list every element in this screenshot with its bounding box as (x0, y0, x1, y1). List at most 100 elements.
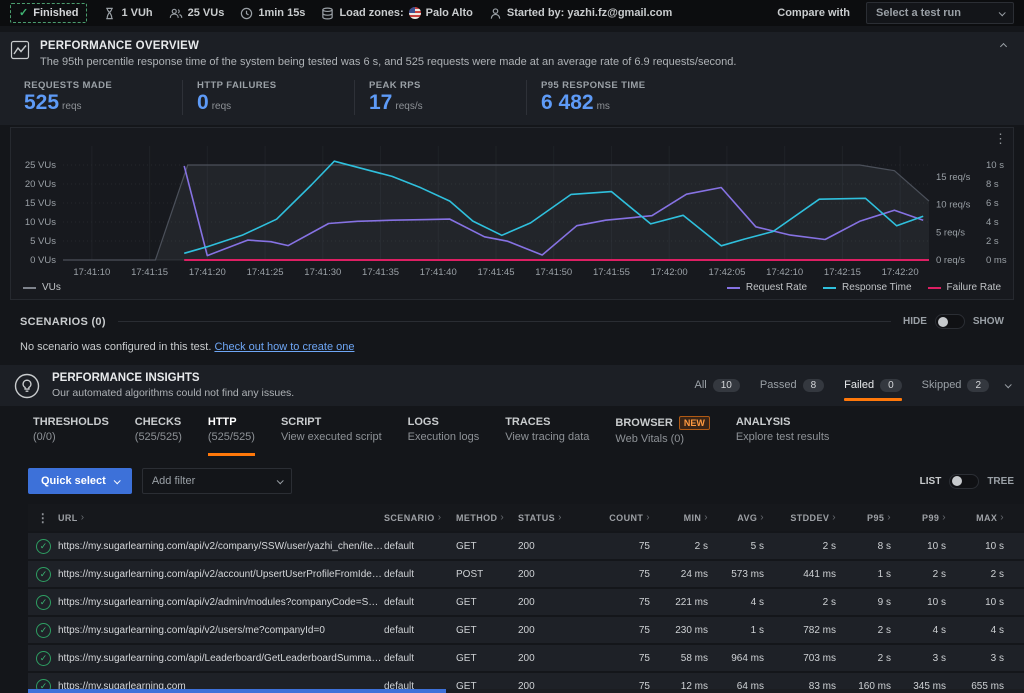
stat-unit: reqs (212, 101, 231, 112)
tab-script[interactable]: SCRIPTView executed script (281, 416, 382, 456)
tab-title: CHECKS (135, 416, 181, 428)
table-row[interactable]: ✓ https://my.sugarlearning.com/api/Leader… (28, 645, 1024, 671)
svg-text:15 VUs: 15 VUs (25, 198, 56, 209)
column-header-avg[interactable]: AVG› (708, 512, 764, 523)
success-check-icon: ✓ (36, 651, 51, 666)
tab-analysis[interactable]: ANALYSISExplore test results (736, 416, 830, 456)
column-header-p95[interactable]: P95› (836, 512, 891, 523)
min-cell: 230 ms (650, 625, 708, 636)
vuh-metric: 1 VUh (103, 7, 152, 20)
hide-show-toggle[interactable] (935, 314, 965, 329)
load-zones-metric: Load zones: Palo Alto (321, 7, 472, 20)
avg-cell: 573 ms (708, 569, 764, 580)
performance-timeseries-chart[interactable]: 17:41:1017:41:1517:41:2017:41:2517:41:30… (11, 132, 1013, 282)
horizontal-scrollbar[interactable] (28, 689, 1024, 693)
insights-title: PERFORMANCE INSIGHTS (52, 372, 294, 384)
table-menu-icon[interactable]: ⋮ (28, 511, 58, 525)
svg-text:10 s: 10 s (986, 160, 1004, 171)
column-header-count[interactable]: COUNT› (592, 512, 650, 523)
insights-tab-count-badge: 2 (967, 379, 989, 392)
p99-cell: 3 s (891, 653, 946, 664)
tab-subtitle: (525/525) (208, 431, 255, 443)
column-header-method[interactable]: METHOD› (456, 512, 518, 523)
legend-request-rate[interactable]: Request Rate (727, 282, 807, 293)
vus-label: 25 VUs (188, 7, 225, 19)
url-cell[interactable]: https://my.sugarlearning.com/api/v2/comp… (58, 541, 384, 552)
check-icon: ✓ (19, 6, 28, 19)
started-by-label: Started by: yazhi.fz@gmail.com (507, 7, 672, 19)
add-filter-placeholder: Add filter (152, 475, 195, 487)
overview-title: PERFORMANCE OVERVIEW (40, 40, 736, 52)
stat-value: 0 (197, 91, 209, 114)
result-tabs: THRESHOLDS(0/0)CHECKS(525/525)HTTP(525/5… (0, 406, 1024, 456)
http-results-table: ⋮URL›SCENARIO›METHOD›STATUS›COUNT›MIN›AV… (28, 504, 1024, 693)
url-cell[interactable]: https://my.sugarlearning.com/api/v2/user… (58, 625, 384, 636)
table-row[interactable]: ✓https://my.sugarlearning.com/api/v2/adm… (28, 589, 1024, 615)
sort-chevron-icon: › (558, 512, 562, 523)
legend-response-time[interactable]: Response Time (823, 282, 911, 293)
column-header-min[interactable]: MIN› (650, 512, 708, 523)
overview-stats: REQUESTS MADE 525reqs HTTP FAILURES 0req… (10, 80, 1014, 115)
column-header-stddev[interactable]: STDDEV› (764, 512, 836, 523)
chart-line-icon (10, 40, 30, 60)
compare-test-run-select[interactable]: Select a test run (866, 2, 1014, 24)
column-header-max[interactable]: MAX› (946, 512, 1004, 523)
url-cell[interactable]: https://my.sugarlearning.com/api/Leaderb… (58, 653, 384, 664)
svg-text:17:42:15: 17:42:15 (824, 267, 861, 278)
performance-overview-section: PERFORMANCE OVERVIEW The 95th percentile… (0, 32, 1024, 125)
url-cell[interactable]: https://my.sugarlearning.com/api/v2/admi… (58, 597, 384, 608)
performance-insights-section: PERFORMANCE INSIGHTS Our automated algor… (0, 365, 1024, 406)
table-row[interactable]: ✓https://my.sugarlearning.com/api/v2/acc… (28, 561, 1024, 587)
legend-label: Failure Rate (947, 282, 1001, 293)
tab-browser[interactable]: BROWSERNEWWeb Vitals (0) (615, 416, 709, 456)
svg-text:15 req/s: 15 req/s (936, 172, 971, 183)
legend-vus[interactable]: VUs (23, 282, 61, 293)
p99-cell: 10 s (891, 597, 946, 608)
list-tree-toggle[interactable] (949, 474, 979, 489)
horizontal-scrollbar-thumb[interactable] (28, 689, 446, 693)
url-cell[interactable]: https://my.sugarlearning.com/api/v2/acco… (58, 569, 384, 580)
count-cell: 75 (592, 597, 650, 608)
insights-tab-all[interactable]: All10 (695, 373, 740, 399)
tab-traces[interactable]: TRACESView tracing data (505, 416, 589, 456)
scenarios-title: SCENARIOS (0) (20, 316, 106, 328)
insights-chevron-down-icon[interactable] (1005, 381, 1012, 388)
scenario-cell: default (384, 597, 456, 608)
filter-toolbar: Quick select Add filter LIST TREE (28, 468, 1014, 494)
scenarios-section: SCENARIOS (0) HIDE SHOW No scenario was … (0, 300, 1024, 353)
column-header-p99[interactable]: P99› (891, 512, 946, 523)
column-header-url[interactable]: URL› (58, 512, 384, 523)
tab-logs[interactable]: LOGSExecution logs (408, 416, 480, 456)
tab-checks[interactable]: CHECKS(525/525) (135, 416, 182, 456)
started-by-metric: Started by: yazhi.fz@gmail.com (489, 7, 672, 20)
column-header-status[interactable]: STATUS› (518, 512, 592, 523)
column-label: STATUS (518, 513, 555, 523)
show-label: SHOW (973, 316, 1004, 327)
scenario-cell: default (384, 625, 456, 636)
users-icon (169, 7, 183, 20)
table-row[interactable]: ✓https://my.sugarlearning.com/api/v2/com… (28, 533, 1024, 559)
create-scenario-link[interactable]: Check out how to create one (214, 341, 354, 353)
collapse-chevron-icon[interactable] (1000, 43, 1007, 50)
stat-unit: ms (597, 101, 610, 112)
svg-text:6 s: 6 s (986, 198, 999, 209)
count-cell: 75 (592, 569, 650, 580)
tab-title: TRACES (505, 416, 550, 428)
tab-http[interactable]: HTTP(525/525) (208, 416, 255, 456)
svg-text:25 VUs: 25 VUs (25, 160, 56, 171)
chevron-down-icon (276, 477, 283, 484)
add-filter-select[interactable]: Add filter (142, 468, 292, 494)
quick-select-button[interactable]: Quick select (28, 468, 132, 494)
table-row[interactable]: ✓https://my.sugarlearning.com/api/v2/use… (28, 617, 1024, 643)
insights-tab-skipped[interactable]: Skipped2 (922, 373, 989, 399)
tab-thresholds[interactable]: THRESHOLDS(0/0) (33, 416, 109, 456)
status-badge-label: Finished (33, 7, 78, 19)
column-header-scenario[interactable]: SCENARIO› (384, 512, 456, 523)
count-cell: 75 (592, 653, 650, 664)
insights-tab-passed[interactable]: Passed8 (760, 373, 824, 399)
column-label: P95 (867, 513, 884, 523)
insights-tab-failed[interactable]: Failed0 (844, 373, 902, 399)
panel-menu-icon[interactable]: ⋮ (994, 132, 1007, 145)
insights-tab-label: Failed (844, 379, 874, 391)
legend-failure-rate[interactable]: Failure Rate (928, 282, 1001, 293)
